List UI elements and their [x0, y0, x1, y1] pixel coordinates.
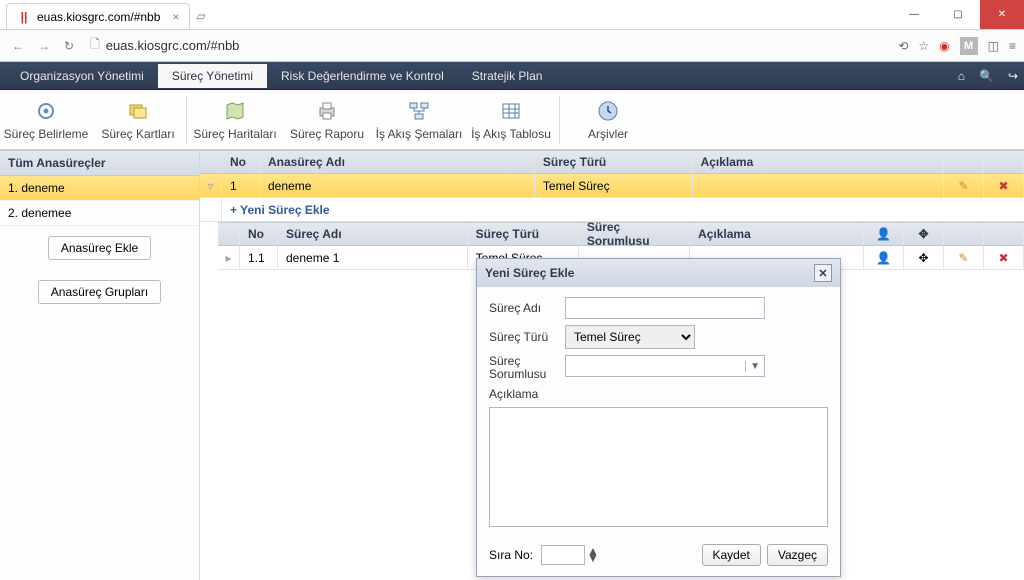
nav-back-button[interactable]: ←: [8, 37, 28, 55]
gear-icon: [32, 99, 60, 123]
app-menubar: Organizasyon Yönetimi Süreç Yönetimi Ris…: [0, 62, 1024, 90]
move-header-icon[interactable]: ✥: [904, 223, 944, 245]
edit-row-icon[interactable]: ✎: [944, 246, 984, 269]
window-maximize-button[interactable]: ▢: [936, 0, 980, 29]
tb-surec-kartlari[interactable]: Süreç Kartları: [92, 90, 184, 150]
flowchart-icon: [405, 99, 433, 123]
browser-tab[interactable]: || euas.kiosgrc.com/#nbb ×: [6, 3, 190, 29]
sidebar-item-2[interactable]: 2. denemee: [0, 201, 199, 226]
spinner-buttons[interactable]: ▲▼: [587, 548, 599, 562]
favicon: ||: [17, 10, 31, 24]
sub-hdr-resp: Süreç Sorumlusu: [579, 223, 690, 245]
sync-icon[interactable]: ⟲: [898, 39, 908, 53]
tb-arsivler[interactable]: Arşivler: [562, 90, 654, 150]
search-icon[interactable]: 🔍: [979, 69, 994, 83]
move-icon[interactable]: ✥: [904, 246, 944, 269]
sub-hdr-type: Süreç Türü: [468, 223, 579, 245]
sidebar-header: Tüm Anasüreçler: [0, 150, 199, 176]
nav-reload-button[interactable]: ↻: [60, 37, 78, 55]
toolbar: Süreç Belirleme Süreç Kartları Süreç Har…: [0, 90, 1024, 150]
tb-surec-raporu[interactable]: Süreç Raporu: [281, 90, 373, 150]
save-button[interactable]: Kaydet: [702, 544, 761, 566]
sub-hdr-desc: Açıklama: [690, 223, 864, 245]
anasurec-row[interactable]: ▿ 1 deneme Temel Süreç ✎ ✖: [200, 174, 1024, 198]
label-surec-adi: Süreç Adı: [489, 301, 559, 315]
hdr-no: No: [222, 151, 260, 173]
tb-surec-haritalari[interactable]: Süreç Haritaları: [189, 90, 281, 150]
tab-title: euas.kiosgrc.com/#nbb: [37, 10, 160, 24]
cancel-button[interactable]: Vazgeç: [767, 544, 828, 566]
row-expand-icon[interactable]: ▸: [218, 246, 240, 269]
tb-is-akis-semalari[interactable]: İş Akış Şemaları: [373, 90, 465, 150]
expand-handle[interactable]: ▿: [200, 174, 222, 197]
person-header-icon[interactable]: 👤: [864, 223, 904, 245]
sidebar-item-1[interactable]: 1. deneme: [0, 176, 199, 201]
star-icon[interactable]: ☆: [918, 39, 929, 53]
sub-hdr-name: Süreç Adı: [278, 223, 468, 245]
delete-row-icon[interactable]: ✖: [984, 246, 1024, 269]
table-icon: [497, 99, 525, 123]
select-surec-turu[interactable]: Temel Süreç: [565, 325, 695, 349]
textarea-aciklama[interactable]: [489, 407, 828, 527]
input-surec-adi[interactable]: [565, 297, 765, 319]
share-icon[interactable]: ↪: [1008, 69, 1018, 83]
add-surec-row[interactable]: + Yeni Süreç Ekle: [200, 198, 1024, 222]
address-bar[interactable]: [106, 38, 887, 53]
profile-badge[interactable]: M: [960, 37, 978, 55]
menu-organizasyon[interactable]: Organizasyon Yönetimi: [6, 64, 158, 88]
anasurec-gruplari-button[interactable]: Anasüreç Grupları: [38, 280, 161, 304]
printer-icon: [313, 99, 341, 123]
delete-icon[interactable]: ✖: [984, 174, 1024, 197]
dialog-close-button[interactable]: ✕: [814, 264, 832, 282]
dialog-title: Yeni Süreç Ekle: [485, 266, 574, 280]
label-sira-no: Sıra No:: [489, 548, 533, 562]
menu-risk[interactable]: Risk Değerlendirme ve Kontrol: [267, 64, 458, 88]
hdr-type: Süreç Türü: [535, 151, 693, 173]
tab-close-icon[interactable]: ×: [172, 10, 179, 24]
hdr-name: Anasüreç Adı: [260, 151, 535, 173]
edit-icon[interactable]: ✎: [944, 174, 984, 197]
dialog-yeni-surec-ekle: Yeni Süreç Ekle ✕ Süreç Adı Süreç Türü T…: [476, 258, 841, 577]
nav-forward-button[interactable]: →: [34, 37, 54, 55]
label-aciklama: Açıklama: [489, 387, 559, 401]
input-sira-no[interactable]: [541, 545, 585, 565]
tb-surec-belirleme[interactable]: Süreç Belirleme: [0, 90, 92, 150]
tb-is-akis-tablosu[interactable]: İş Akış Tablosu: [465, 90, 557, 150]
sidebar: Tüm Anasüreçler 1. deneme 2. denemee Ana…: [0, 150, 200, 580]
pinterest-icon[interactable]: ◉: [939, 39, 949, 53]
label-surec-turu: Süreç Türü: [489, 330, 559, 344]
menu-stratejik[interactable]: Stratejik Plan: [458, 64, 557, 88]
window-minimize-button[interactable]: —: [892, 0, 936, 29]
chevron-down-icon: ▼: [745, 361, 760, 372]
person-icon[interactable]: 👤: [864, 246, 904, 269]
extensions-icon[interactable]: ◫: [988, 39, 999, 53]
label-surec-sorumlusu: Süreç Sorumlusu: [489, 355, 559, 381]
sub-hdr-no: No: [240, 223, 278, 245]
window-close-button[interactable]: ✕: [980, 0, 1024, 29]
map-icon: [221, 99, 249, 123]
hdr-desc: Açıklama: [693, 151, 944, 173]
add-anasurec-button[interactable]: Anasüreç Ekle: [48, 236, 151, 260]
new-tab-button[interactable]: ▱: [190, 7, 211, 25]
site-icon: 🗋: [90, 35, 100, 56]
combo-surec-sorumlusu[interactable]: ▼: [565, 355, 765, 377]
menu-surec[interactable]: Süreç Yönetimi: [158, 64, 267, 88]
cards-icon: [124, 99, 152, 123]
home-icon[interactable]: ⌂: [958, 69, 965, 83]
archive-icon: [594, 99, 622, 123]
menu-icon[interactable]: ≡: [1009, 39, 1016, 53]
